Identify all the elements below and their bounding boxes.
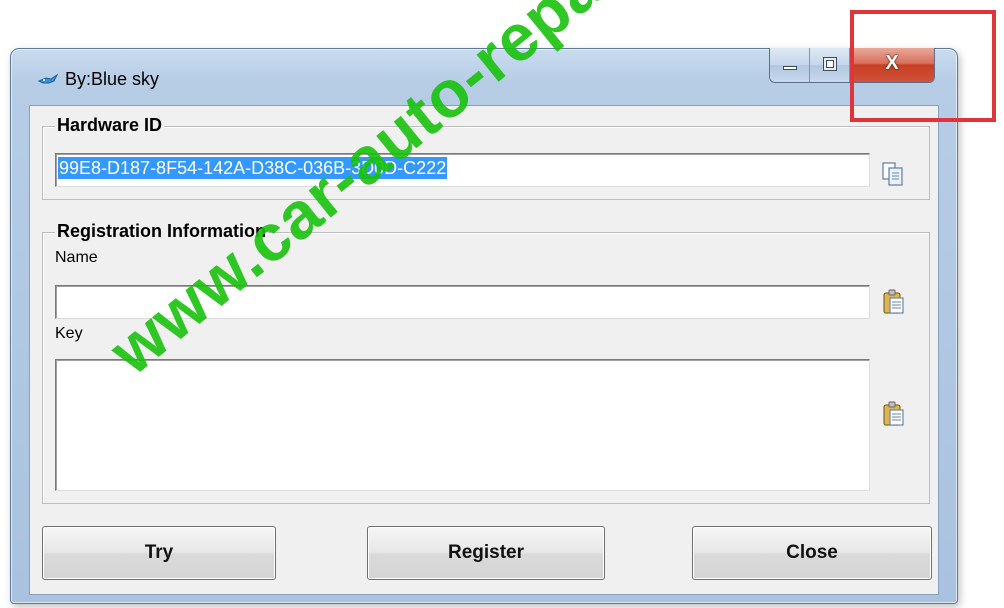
copy-icon[interactable] xyxy=(881,161,905,187)
paste-icon[interactable] xyxy=(881,289,905,315)
name-input[interactable] xyxy=(55,285,870,319)
paste-icon[interactable] xyxy=(881,401,905,427)
maximize-button[interactable] xyxy=(810,48,850,82)
registration-group: Registration Information Name Key xyxy=(42,221,930,504)
name-label: Name xyxy=(55,249,98,266)
highlight-rectangle xyxy=(850,10,996,122)
try-button[interactable]: Try xyxy=(42,526,276,580)
hardware-id-group: Hardware ID 99E8-D187-8F54-142A-D38C-036… xyxy=(42,115,930,200)
registration-group-title: Registration Information xyxy=(55,221,269,242)
app-window: By:Blue sky X Hardware ID 99E8-D187-8F54… xyxy=(10,48,958,604)
register-button[interactable]: Register xyxy=(367,526,605,580)
key-label: Key xyxy=(55,325,83,342)
dialog-client-area: Hardware ID 99E8-D187-8F54-142A-D38C-036… xyxy=(29,105,939,595)
hardware-id-group-title: Hardware ID xyxy=(55,115,165,136)
window-title: By:Blue sky xyxy=(65,69,160,89)
hardware-id-value: 99E8-D187-8F54-142A-D38C-036B-3D0D-C222 xyxy=(58,157,448,179)
minimize-button[interactable] xyxy=(770,48,810,82)
minimize-icon xyxy=(783,66,797,70)
close-button[interactable]: Close xyxy=(692,526,932,580)
bird-icon xyxy=(37,73,59,84)
maximize-icon xyxy=(823,57,837,71)
key-textarea[interactable] xyxy=(55,359,870,491)
hardware-id-field[interactable]: 99E8-D187-8F54-142A-D38C-036B-3D0D-C222 xyxy=(55,153,870,187)
